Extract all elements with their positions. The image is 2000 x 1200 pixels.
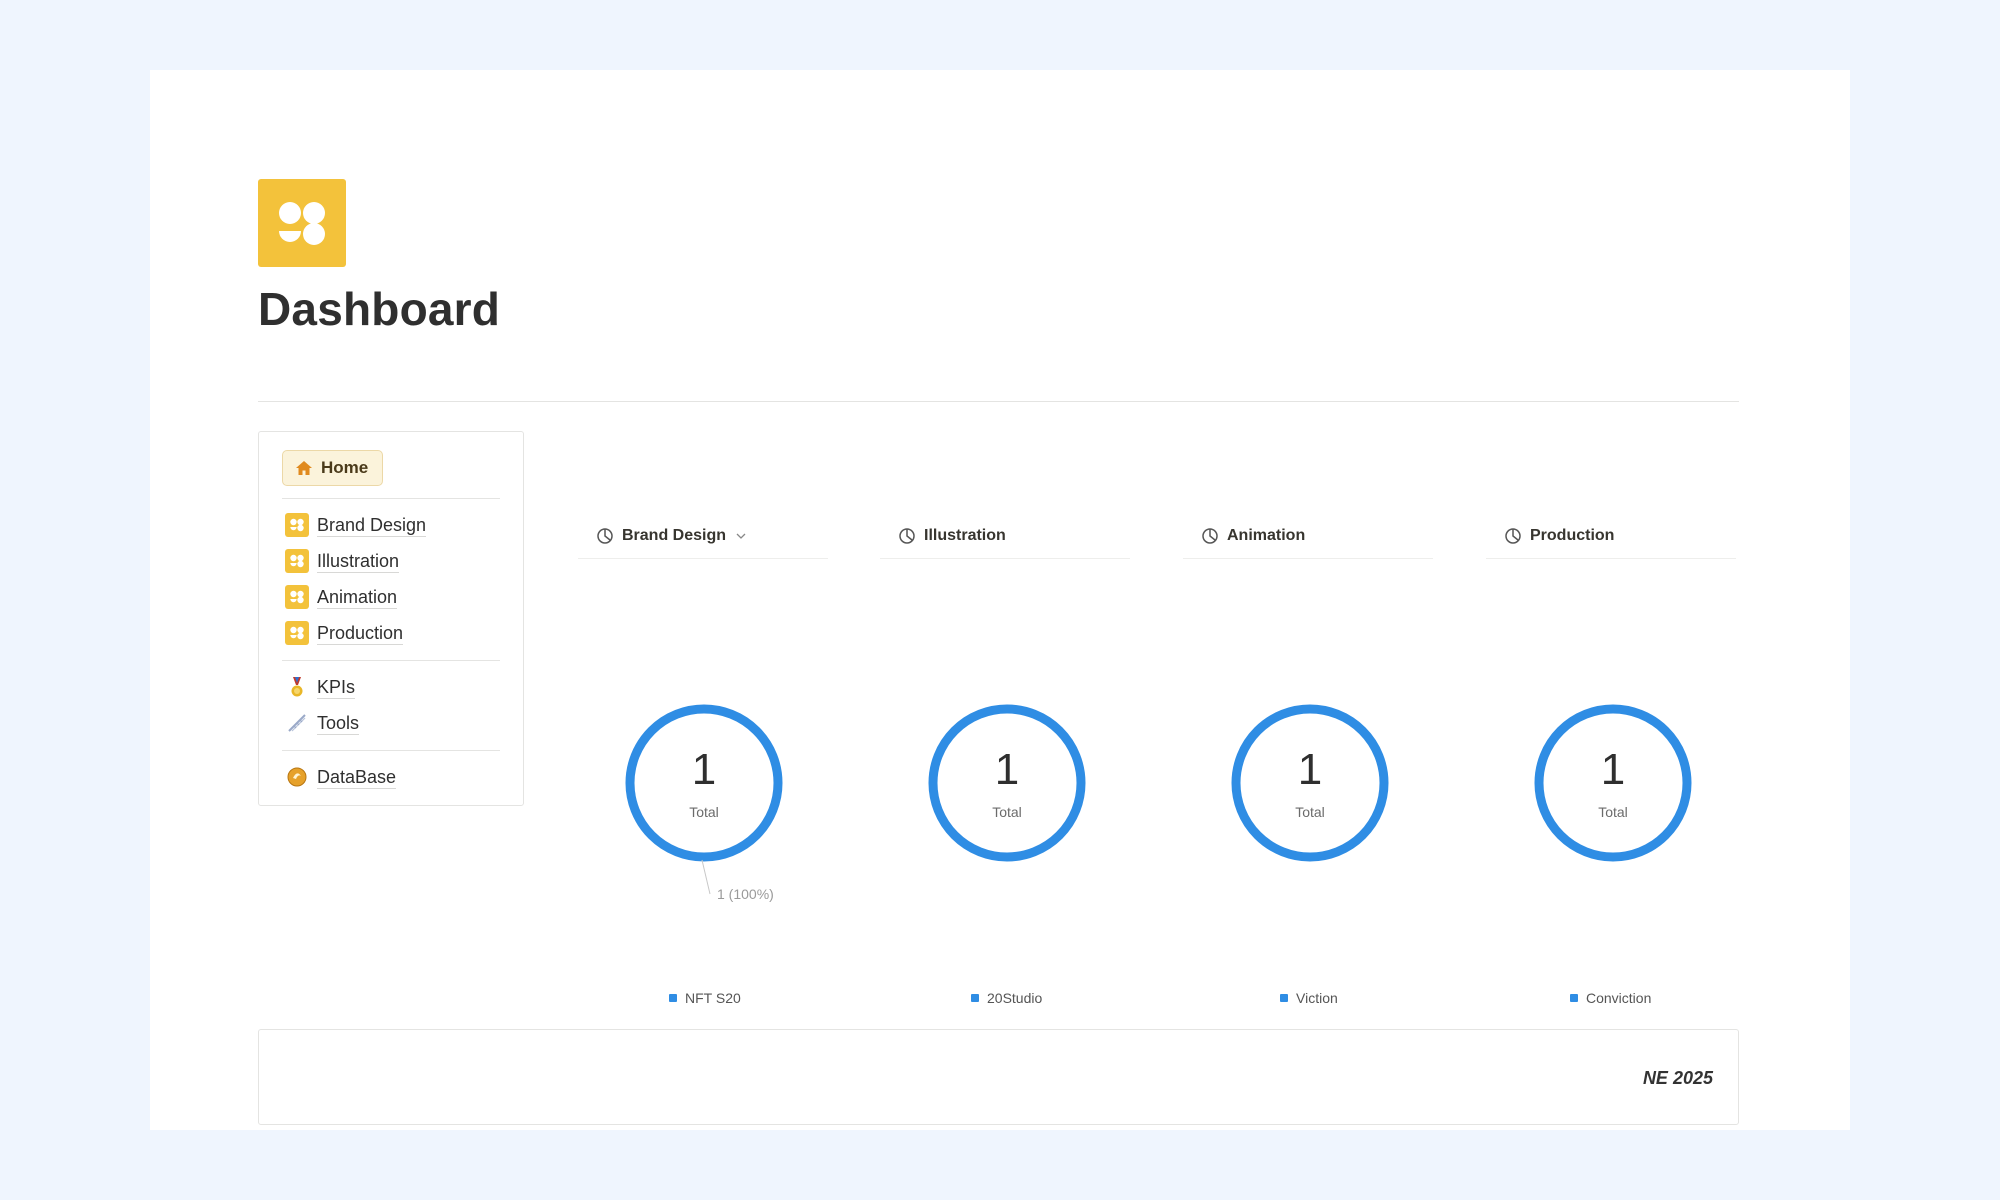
nav-item-kpis[interactable]: KPIs: [285, 672, 356, 702]
tab-production[interactable]: Production: [1486, 514, 1736, 559]
tab-animation[interactable]: Animation: [1183, 514, 1433, 559]
yellow-dots-logo-icon: [285, 549, 309, 573]
legend-swatch: [669, 994, 677, 1002]
donut-total-label: Total: [1598, 804, 1628, 820]
legend-swatch: [971, 994, 979, 1002]
nav-item-label: Animation: [317, 586, 398, 609]
donut-total-value: 1: [1297, 745, 1323, 794]
database-icon: [287, 767, 307, 787]
donut-total-value: 1: [1600, 745, 1626, 794]
donut-chart-brand-design[interactable]: 1 Total: [623, 702, 785, 864]
slice-annotation: 1 (100%): [717, 886, 774, 902]
legend-item[interactable]: Conviction: [1570, 988, 1651, 1008]
tab-label: Animation: [1227, 527, 1306, 544]
nav-item-label: Tools: [317, 712, 360, 735]
legend-label: Conviction: [1586, 990, 1652, 1006]
nav-item-label: DataBase: [317, 766, 397, 789]
nav-separator: [282, 660, 500, 661]
legend-item[interactable]: 20Studio: [971, 988, 1042, 1008]
legend-swatch: [1280, 994, 1288, 1002]
nav-card: Home Brand Design Illustration Animation…: [258, 431, 524, 806]
tab-label: Production: [1530, 527, 1615, 544]
yellow-dots-logo-icon: [285, 585, 309, 609]
nav-item-brand-design[interactable]: Brand Design: [285, 510, 427, 540]
yellow-dots-logo-icon: [285, 513, 309, 537]
nav-separator: [282, 498, 500, 499]
footer-text: NE 2025: [1642, 1068, 1713, 1088]
nav-item-label: KPIs: [317, 676, 356, 699]
donut-total-label: Total: [1295, 804, 1325, 820]
nav-item-tools[interactable]: Tools: [285, 708, 360, 738]
legend-label: NFT S20: [685, 990, 741, 1006]
medal-icon: [291, 677, 303, 697]
donut-chart-production[interactable]: 1 Total: [1532, 702, 1694, 864]
tab-illustration[interactable]: Illustration: [880, 514, 1130, 559]
nav-item-label: Production: [317, 622, 404, 645]
donut-total-value: 1: [994, 745, 1020, 794]
pie-chart-icon: [899, 528, 915, 544]
tab-label: Illustration: [924, 527, 1006, 544]
pie-chart-icon: [597, 528, 613, 544]
dashboard-page: Dashboard Home Brand Design Illustration…: [150, 70, 1850, 1130]
legend-swatch: [1570, 994, 1578, 1002]
donut-total-label: Total: [992, 804, 1022, 820]
nav-item-illustration[interactable]: Illustration: [285, 546, 400, 576]
pie-chart-icon: [1202, 528, 1218, 544]
nav-item-label: Brand Design: [317, 514, 427, 537]
nav-item-animation[interactable]: Animation: [285, 582, 398, 612]
house-icon: [296, 461, 312, 475]
yellow-dots-logo-icon: [285, 621, 309, 645]
legend-label: Viction: [1296, 990, 1338, 1006]
page-title: Dashboard: [258, 283, 501, 335]
legend-item[interactable]: NFT S20: [669, 988, 741, 1008]
tab-brand-design[interactable]: Brand Design: [578, 514, 828, 559]
donut-total-value: 1: [691, 745, 717, 794]
nav-item-database[interactable]: DataBase: [285, 762, 397, 792]
chevron-down-icon: [736, 533, 746, 539]
nav-separator: [282, 750, 500, 751]
donut-chart-animation[interactable]: 1 Total: [1229, 702, 1391, 864]
home-button[interactable]: Home: [282, 450, 384, 486]
pie-chart-icon: [1505, 528, 1521, 544]
tab-label: Brand Design: [622, 527, 727, 544]
ruler-icon: [288, 714, 306, 732]
legend-item[interactable]: Viction: [1280, 988, 1338, 1008]
donut-total-label: Total: [689, 804, 719, 820]
nav-item-production[interactable]: Production: [285, 618, 404, 648]
nav-item-label: Illustration: [317, 550, 400, 573]
legend-label: 20Studio: [987, 990, 1043, 1006]
footer-callout: NE 2025: [258, 1029, 1739, 1125]
home-label: Home: [321, 458, 369, 477]
dashboard-logo-icon: [258, 179, 346, 267]
header-divider: [258, 401, 1739, 402]
donut-chart-illustration[interactable]: 1 Total: [926, 702, 1088, 864]
